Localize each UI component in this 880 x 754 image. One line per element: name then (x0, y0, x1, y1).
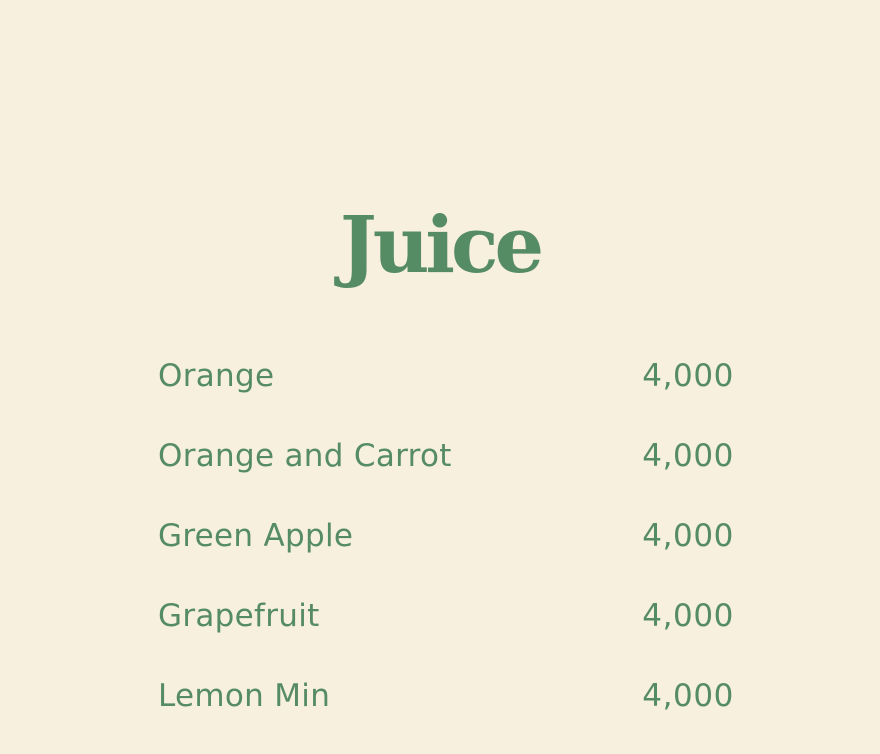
item-name: Green Apple (158, 518, 354, 554)
menu-list: Orange 4,000 Orange and Carrot 4,000 Gre… (158, 354, 734, 754)
item-price: 4,000 (642, 518, 734, 554)
menu-item-lemon-min: Lemon Min 4,000 (158, 674, 734, 754)
item-name: Lemon Min (158, 678, 331, 714)
menu-title: Juice (339, 200, 544, 291)
menu-item-orange: Orange 4,000 (158, 354, 734, 434)
menu-item-orange-and-carrot: Orange and Carrot 4,000 (158, 434, 734, 514)
item-price: 4,000 (642, 358, 734, 394)
item-price: 4,000 (642, 678, 734, 714)
juice-menu-section: Juice Orange 4,000 Orange and Carrot 4,0… (0, 0, 880, 740)
item-name: Orange and Carrot (158, 438, 452, 474)
item-price: 4,000 (642, 598, 734, 634)
item-name: Orange (158, 358, 275, 394)
item-price: 4,000 (642, 438, 734, 474)
menu-item-grapefruit: Grapefruit 4,000 (158, 594, 734, 674)
menu-item-green-apple: Green Apple 4,000 (158, 514, 734, 594)
item-name: Grapefruit (158, 598, 320, 634)
